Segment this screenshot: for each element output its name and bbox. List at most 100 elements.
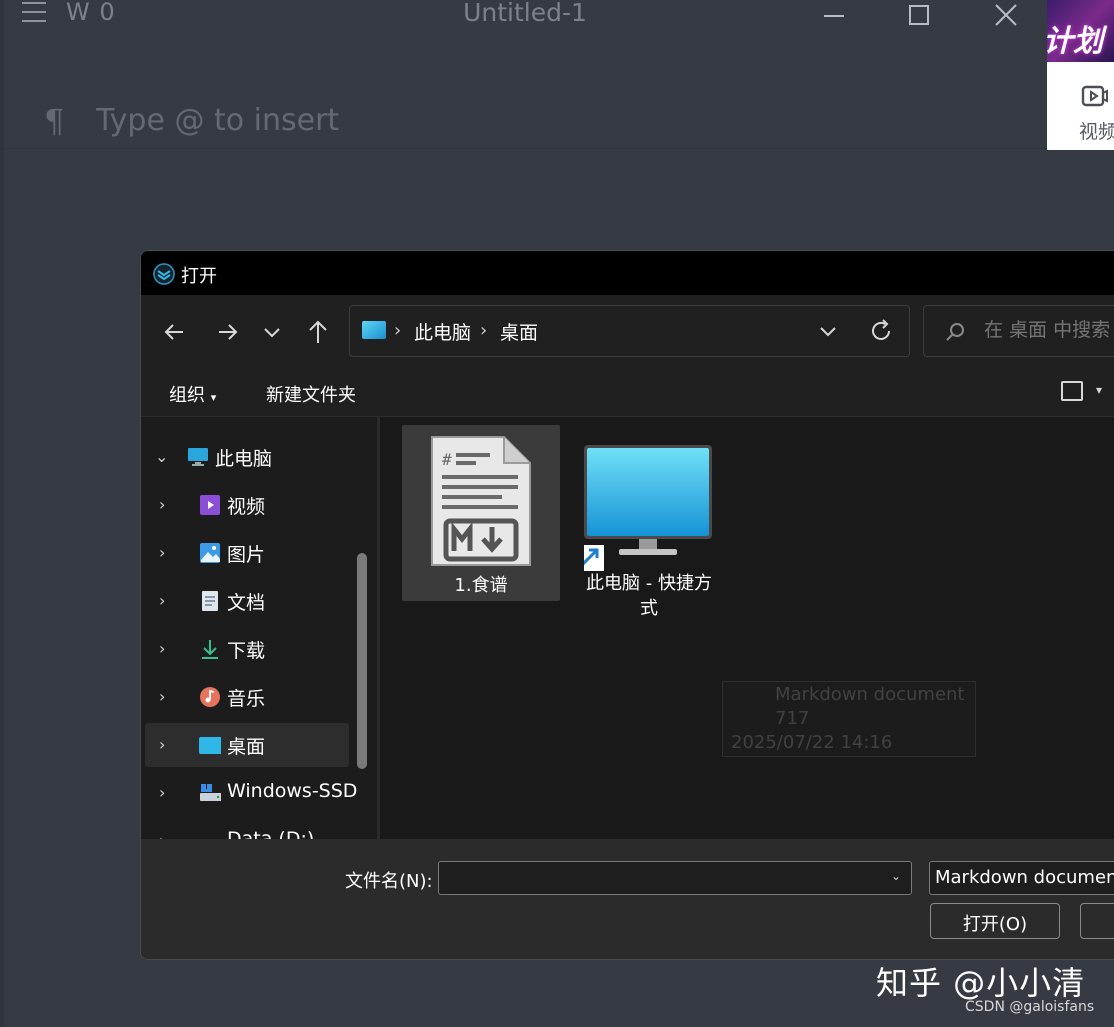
chevron-down-icon[interactable]: ⌄ — [891, 869, 901, 883]
forward-button[interactable] — [211, 317, 245, 347]
open-button[interactable]: 打开(O) — [930, 903, 1060, 939]
tree-item-windows-ssd[interactable]: › Windows-SSD — [145, 771, 357, 815]
back-button[interactable] — [157, 317, 191, 347]
chevron-right-icon[interactable]: › — [159, 639, 165, 658]
arrow-right-icon — [219, 324, 238, 340]
tree-item-label: 图片 — [227, 544, 266, 566]
caret-down-icon[interactable]: ▾ — [1096, 383, 1102, 397]
app-icon — [153, 263, 175, 285]
scrollbar-thumb[interactable] — [357, 553, 367, 769]
tooltip-size: 717 — [775, 708, 810, 729]
tree-item-pictures[interactable]: › 图片 — [145, 531, 349, 575]
chevron-right-icon[interactable]: › — [159, 831, 165, 839]
tree-item-documents[interactable]: › 文档 — [145, 579, 349, 623]
file-list: # 1.食谱 此电脑 - 快捷方式 Markdown document 717 … — [380, 417, 1114, 839]
file-type-select[interactable]: Markdown documents — [929, 861, 1114, 895]
filename-input[interactable] — [438, 861, 912, 895]
minimize-icon — [824, 15, 844, 17]
desktop-icon — [362, 321, 386, 339]
chevron-right-icon[interactable]: › — [159, 591, 165, 610]
drive-icon — [200, 784, 221, 801]
pictures-icon — [200, 543, 220, 563]
organize-menu[interactable]: 组织 ▾ — [169, 381, 216, 407]
new-folder-button[interactable]: 新建文件夹 — [266, 381, 356, 407]
open-file-dialog: 打开 › 此电脑 › 桌面 在 桌面 中搜索 组织 ▾ 新建文件夹 ▾ ⌄ 此电… — [140, 250, 1114, 960]
cancel-button[interactable] — [1080, 903, 1114, 939]
navigation-pane: ⌄ 此电脑 › 视频 › 图片 › 文档 › 下载 › 音乐 › 桌面 › Wi… — [141, 417, 377, 839]
video-icon — [200, 495, 220, 515]
chevron-right-icon[interactable]: › — [159, 495, 165, 514]
up-button[interactable] — [301, 317, 335, 347]
tree-item-data-drive[interactable]: › Data (D:) — [145, 819, 349, 839]
chevron-down-icon — [264, 328, 280, 338]
hamburger-menu-icon[interactable] — [22, 2, 46, 24]
tree-item-label: 文档 — [227, 592, 266, 614]
video-icon — [1081, 85, 1108, 107]
music-icon — [200, 687, 220, 707]
search-input[interactable] — [982, 318, 1114, 342]
tree-item-label: 此电脑 — [215, 448, 273, 470]
arrow-up-icon — [309, 320, 327, 343]
tree-item-music[interactable]: › 音乐 — [145, 675, 349, 719]
file-name: 1.食谱 — [454, 575, 508, 596]
file-tooltip: Markdown document 717 2025/07/22 14:16 — [722, 681, 976, 757]
video-label[interactable]: 视频 — [1079, 117, 1114, 144]
close-button[interactable] — [976, 0, 1036, 32]
chevron-right-icon[interactable]: › — [159, 543, 165, 562]
promo-banner[interactable]: 计划 — [1047, 0, 1114, 62]
svg-text:#: # — [442, 450, 452, 469]
document-icon — [202, 591, 218, 611]
monitor-icon — [188, 448, 208, 466]
dialog-title: 打开 — [181, 266, 217, 287]
zhihu-watermark: 知乎 @小小清 — [876, 964, 1086, 1002]
document-title: Untitled-1 — [463, 0, 587, 27]
close-icon — [995, 4, 1017, 26]
tree-item-label: 桌面 — [227, 736, 266, 758]
tree-item-desktop[interactable]: › 桌面 — [145, 723, 349, 767]
address-history-button[interactable] — [816, 318, 840, 348]
breadcrumb-separator: › — [394, 320, 402, 341]
file-item-markdown[interactable]: # 1.食谱 — [402, 425, 560, 601]
organize-label: 组织 — [169, 385, 205, 406]
tree-item-label: 下载 — [227, 640, 266, 662]
arrow-left-icon — [164, 324, 183, 340]
search-icon — [946, 323, 964, 341]
file-type-value: Markdown documents — [935, 867, 1114, 888]
word-count: W 0 — [66, 0, 116, 26]
chevron-right-icon[interactable]: › — [159, 735, 165, 754]
chevron-right-icon[interactable]: › — [159, 687, 165, 706]
editor-placeholder[interactable]: Type @ to insert — [96, 103, 339, 138]
tree-item-label: 音乐 — [227, 688, 266, 710]
address-bar[interactable]: › 此电脑 › 桌面 — [349, 305, 910, 357]
csdn-watermark: CSDN @galoisfans — [965, 999, 1095, 1015]
refresh-button[interactable] — [868, 318, 894, 348]
drive-icon — [199, 830, 221, 839]
view-options-icon[interactable] — [1061, 381, 1083, 401]
command-bar: 组织 ▾ 新建文件夹 ▾ — [141, 369, 1114, 417]
tree-item-label: Windows-SSD — [227, 780, 358, 802]
search-box[interactable] — [923, 305, 1114, 357]
markdown-file-icon: # — [431, 436, 531, 566]
chevron-down-icon[interactable]: ⌄ — [155, 447, 168, 466]
caret-down-icon: ▾ — [210, 391, 217, 404]
chevron-right-icon[interactable]: › — [159, 783, 165, 802]
file-name: 此电脑 - 快捷方式 — [586, 573, 712, 619]
maximize-button[interactable] — [889, 0, 949, 32]
file-item-this-pc-shortcut[interactable]: 此电脑 - 快捷方式 — [580, 435, 738, 625]
banner-text: 计划 — [1047, 24, 1103, 59]
minimize-button[interactable] — [804, 0, 864, 32]
chevron-down-icon — [820, 327, 836, 337]
breadcrumb-separator: › — [480, 320, 488, 341]
web-page-strip: 计划 视频 — [1047, 0, 1114, 150]
recent-locations-button[interactable] — [255, 317, 289, 347]
tree-item-downloads[interactable]: › 下载 — [145, 627, 349, 671]
breadcrumb-this-pc[interactable]: 此电脑 — [414, 318, 471, 345]
tree-item-label: 视频 — [227, 496, 266, 518]
breadcrumb-desktop[interactable]: 桌面 — [500, 318, 538, 345]
filename-label: 文件名(N): — [345, 871, 433, 892]
tree-item-this-pc[interactable]: ⌄ 此电脑 — [145, 435, 349, 479]
tree-item-videos[interactable]: › 视频 — [145, 483, 349, 527]
download-icon — [202, 640, 218, 659]
window-edge — [0, 0, 4, 1027]
paragraph-icon[interactable]: ¶ — [44, 102, 64, 140]
